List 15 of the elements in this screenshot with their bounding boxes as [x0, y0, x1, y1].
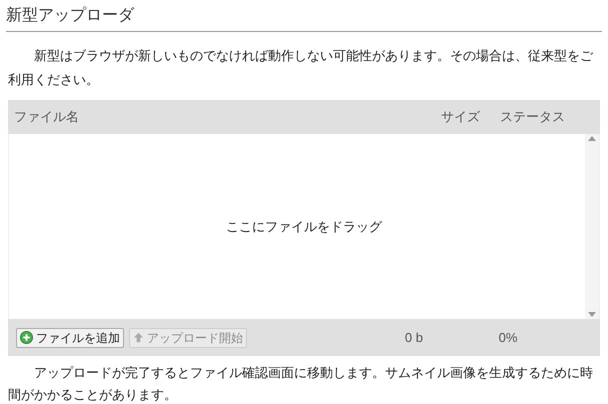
column-header: ファイル名 — [14, 108, 80, 126]
drop-hint: ここにファイルをドラッグ — [226, 218, 382, 236]
total-percent: 0% — [498, 328, 518, 347]
add-file-button[interactable]: ファイルを追加 — [16, 328, 124, 348]
intro-text: 新型はブラウザが新しいものでなければ動作しない可能性があります。その場合は、従来型をご利用ください。 — [8, 47, 594, 89]
column-header: ステータス — [499, 108, 566, 126]
page-title: 新型アップローダ — [6, 7, 134, 24]
plus-icon — [20, 331, 33, 344]
scroll-up-icon[interactable] — [588, 136, 596, 141]
total-size: 0 b — [404, 328, 423, 347]
note-text: アップロードが完了するとファイル確認画面に移動します。サムネイル画像を生成するために時間がかかることがあります。 — [8, 364, 594, 404]
up-arrow-icon — [133, 332, 144, 343]
column-header: サイズ — [440, 108, 480, 126]
scrollbar[interactable] — [585, 134, 599, 319]
scroll-down-icon[interactable] — [588, 312, 596, 317]
